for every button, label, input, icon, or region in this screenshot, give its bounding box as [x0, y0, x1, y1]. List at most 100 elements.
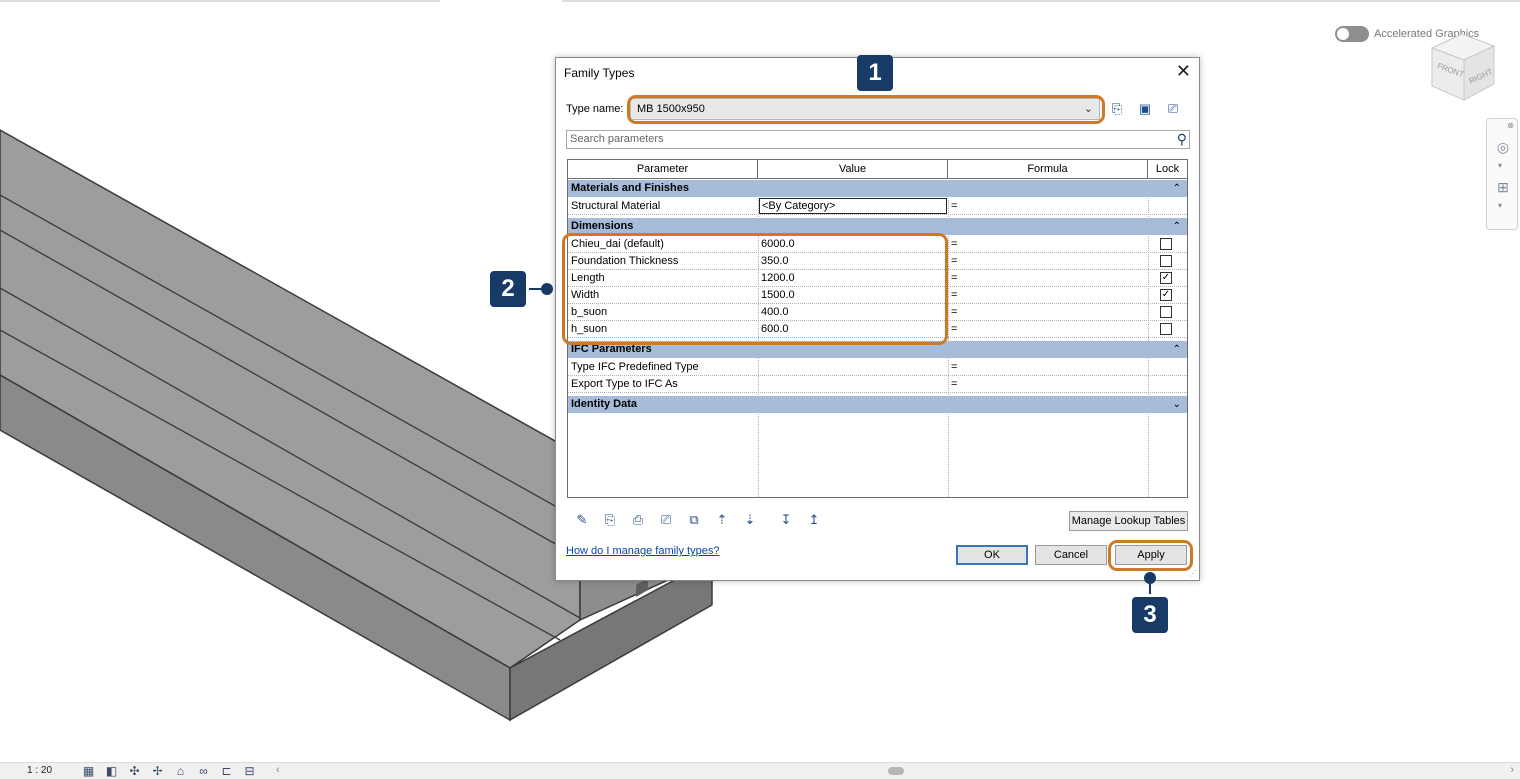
scroll-left-icon[interactable]: ‹ [276, 764, 280, 776]
formula-cell[interactable]: = [948, 253, 1148, 269]
parameter-name: Export Type to IFC As [571, 378, 678, 390]
column-header-lock[interactable]: Lock [1148, 160, 1187, 179]
steering-wheel-icon[interactable]: ◎ [1493, 137, 1513, 157]
parameter-name: Width [571, 289, 600, 301]
move-down-icon[interactable]: ⇣ [736, 510, 764, 530]
search-icon[interactable]: ⚲ [1177, 131, 1187, 148]
formula-cell[interactable]: = [948, 198, 1148, 214]
table-row[interactable]: Length 1200.0 = ✓ [568, 270, 1187, 287]
view-control-bar: 1 : 20 ▦ ◧ ✣ ✢ ⌂ ∞ ⊏ ⊟ ‹ › [0, 762, 1520, 779]
sort-descending-icon[interactable]: ↥ [800, 510, 828, 530]
delete-type-icon[interactable]: ⎚ [1164, 100, 1182, 118]
search-parameters-input[interactable]: Search parameters ⚲ [566, 130, 1190, 149]
help-link[interactable]: How do I manage family types? [566, 545, 719, 557]
crop-view-icon[interactable]: ∞ [195, 764, 212, 778]
chevron-down-icon[interactable]: ⌄ [1084, 99, 1093, 119]
formula-cell[interactable]: = [948, 376, 1148, 392]
cancel-button[interactable]: Cancel [1035, 545, 1107, 565]
step-badge-2: 2 [490, 271, 526, 307]
parameter-value[interactable]: 1500.0 [758, 287, 948, 303]
lock-checkbox[interactable] [1160, 255, 1172, 267]
group-materials-finishes[interactable]: Materials and Finishes ⌃ [568, 180, 1187, 197]
table-row[interactable]: b_suon 400.0 = [568, 304, 1187, 321]
parameter-value[interactable]: 1200.0 [758, 270, 948, 286]
type-name-dropdown[interactable]: MB 1500x950 ⌄ [630, 98, 1100, 120]
column-header-parameter[interactable]: Parameter [568, 160, 758, 179]
edit-parameter-icon[interactable]: ✎ [568, 510, 596, 530]
parameter-name: Length [571, 272, 605, 284]
parameter-value[interactable] [758, 376, 948, 392]
apply-button[interactable]: Apply [1115, 545, 1187, 565]
parameter-value[interactable]: 400.0 [758, 304, 948, 320]
parameter-name: Foundation Thickness [571, 255, 679, 267]
parameter-value[interactable]: 600.0 [758, 321, 948, 337]
lock-checkbox[interactable] [1160, 323, 1172, 335]
parameter-toolbar: ✎ ⎘ ⎙ ⎚ ⧉ ⇡ ⇣ ↧ ↥ [568, 510, 828, 530]
parameter-name: Structural Material [571, 200, 661, 212]
group-label: Materials and Finishes [571, 182, 689, 194]
formula-cell[interactable]: = [948, 287, 1148, 303]
expand-icon[interactable]: ⌄ [1173, 396, 1181, 413]
table-row[interactable]: Export Type to IFC As = [568, 376, 1187, 393]
parameter-name: h_suon [571, 323, 608, 335]
toggle-switch[interactable] [1335, 26, 1369, 42]
sort-ascending-icon[interactable]: ↧ [772, 510, 800, 530]
table-row[interactable]: Structural Material <By Category> = [568, 198, 1187, 215]
structural-material-value[interactable]: <By Category> [759, 198, 947, 214]
shadows-icon[interactable]: ✢ [149, 764, 166, 778]
collapse-icon[interactable]: ⌃ [1173, 180, 1181, 197]
group-label: Identity Data [571, 398, 638, 410]
scroll-right-icon[interactable]: › [1510, 764, 1514, 776]
ok-button[interactable]: OK [956, 545, 1028, 565]
show-crop-icon[interactable]: ⊏ [218, 764, 235, 778]
formula-cell[interactable]: = [948, 359, 1148, 375]
table-row[interactable]: Chieu_dai (default) 6000.0 = [568, 236, 1187, 253]
lock-checkbox[interactable] [1160, 306, 1172, 318]
table-row[interactable]: Foundation Thickness 350.0 = [568, 253, 1187, 270]
parameter-value[interactable]: 6000.0 [758, 236, 948, 252]
collapse-icon[interactable]: ⌃ [1173, 341, 1181, 358]
table-row[interactable]: Width 1500.0 = ✓ [568, 287, 1187, 304]
visual-style-icon[interactable]: ◧ [103, 764, 120, 778]
parameter-value[interactable]: 350.0 [758, 253, 948, 269]
column-header-value[interactable]: Value [758, 160, 948, 179]
column-header-formula[interactable]: Formula [948, 160, 1148, 179]
navbar-close-icon[interactable]: ⊗ [1507, 121, 1514, 130]
close-icon[interactable]: ✕ [1176, 61, 1191, 82]
step-connector-2 [529, 288, 541, 290]
lock-checkbox[interactable] [1160, 238, 1172, 250]
rename-type-icon[interactable]: ▣ [1136, 100, 1154, 118]
chevron-down-icon[interactable]: ▾ [1498, 201, 1502, 210]
table-row[interactable]: h_suon 600.0 = [568, 321, 1187, 338]
detail-level-icon[interactable]: ▦ [80, 764, 97, 778]
formula-cell[interactable]: = [948, 270, 1148, 286]
parameter-properties-icon[interactable]: ⎙ [624, 510, 652, 530]
new-parameter-icon[interactable]: ⎘ [596, 510, 624, 530]
formula-cell[interactable]: = [948, 321, 1148, 337]
lock-checkbox-checked[interactable]: ✓ [1160, 272, 1172, 284]
group-identity-data[interactable]: Identity Data ⌄ [568, 396, 1187, 413]
chevron-down-icon[interactable]: ▾ [1498, 161, 1502, 170]
group-ifc-parameters[interactable]: IFC Parameters ⌃ [568, 341, 1187, 358]
parameter-name: Chieu_dai (default) [571, 238, 664, 250]
formula-cell[interactable]: = [948, 304, 1148, 320]
delete-parameter-icon[interactable]: ⎚ [652, 510, 680, 530]
move-up-icon[interactable]: ⇡ [708, 510, 736, 530]
table-row[interactable]: Type IFC Predefined Type = [568, 359, 1187, 376]
parameter-value[interactable] [758, 359, 948, 375]
lock-checkbox-checked[interactable]: ✓ [1160, 289, 1172, 301]
viewcube[interactable]: FRONT RIGHT [1424, 28, 1500, 104]
temporary-hide-icon[interactable]: ⊟ [241, 764, 258, 778]
manage-lookup-tables-button[interactable]: Manage Lookup Tables [1069, 511, 1188, 531]
zoom-region-icon[interactable]: ⊞ [1493, 177, 1513, 197]
group-dimensions[interactable]: Dimensions ⌃ [568, 218, 1187, 235]
new-type-icon[interactable]: ⎘ [1108, 100, 1126, 118]
sun-path-icon[interactable]: ✣ [126, 764, 143, 778]
render-icon[interactable]: ⌂ [172, 764, 189, 778]
resize-grip-icon[interactable]: ⋰ [1189, 569, 1197, 578]
collapse-icon[interactable]: ⌃ [1173, 218, 1181, 235]
copy-parameter-icon[interactable]: ⧉ [680, 510, 708, 530]
formula-cell[interactable]: = [948, 236, 1148, 252]
horizontal-scrollbar-thumb[interactable] [888, 767, 904, 775]
view-scale[interactable]: 1 : 20 [27, 765, 52, 776]
